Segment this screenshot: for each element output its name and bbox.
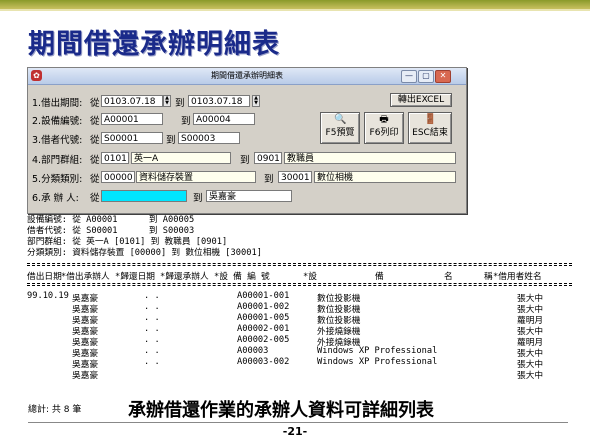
borrow-period-label: 1.借出期間: (32, 98, 83, 109)
row-equipment-no: A00003 (237, 346, 269, 356)
column-header-equipment-name-4: 稱 (484, 272, 493, 282)
borrower-id-to-input[interactable]: S00003 (178, 132, 240, 144)
exit-door-icon: 🚪 (424, 114, 437, 125)
header-divider-top (27, 263, 572, 264)
slide-title: 期間借還承辦明細表 (28, 29, 280, 60)
print-button[interactable]: 🖶 F6列印 (364, 112, 404, 144)
equipment-no-to-input[interactable]: A00004 (193, 113, 255, 125)
preview-button-label: F5預覽 (325, 128, 355, 138)
row-equipment-no: A00003-002 (237, 357, 290, 367)
equipment-no-to-label: 到 (181, 116, 191, 127)
row-equipment-no: A00001-005 (237, 313, 290, 323)
column-header-equipment-name-1: *設 (303, 272, 317, 282)
borrow-period-from-input[interactable]: 0103.07.18 (101, 95, 163, 107)
column-header-borrow-handler: *借出承辦人 (61, 272, 110, 282)
row-return-date: . . (144, 324, 160, 334)
borrow-period-from-label: 從 (90, 98, 100, 109)
row-return-date: . . (144, 346, 160, 356)
export-excel-button[interactable]: 轉出EXCEL (390, 93, 452, 107)
borrow-period-to-input[interactable]: 0103.07.18 (188, 95, 250, 107)
department-group-to-name: 教職員 (284, 152, 456, 164)
category-from-label: 從 (90, 174, 100, 185)
column-header-equipment-name-3: 名 (444, 272, 453, 282)
borrower-id-from-label: 從 (90, 135, 100, 146)
borrow-period-to-label: 到 (175, 98, 185, 109)
borrower-id-label: 3.借者代號: (32, 135, 83, 146)
minimize-button[interactable]: — (401, 70, 417, 83)
header-divider-bottom (27, 283, 572, 284)
row-borrower: 張大中 (517, 371, 544, 381)
close-button[interactable]: ✕ (435, 70, 451, 83)
handler-to-label: 到 (193, 193, 203, 204)
row-equipment-no: A00001-002 (237, 302, 290, 312)
column-header-return-date: *歸還日期 (115, 272, 155, 282)
department-group-from-label: 從 (90, 155, 100, 166)
preview-icon: 🔍 (334, 114, 347, 125)
exit-button[interactable]: 🚪 ESC結束 (408, 112, 452, 144)
category-to-name: 數位相機 (314, 171, 456, 183)
handler-from-input[interactable] (101, 190, 187, 202)
equipment-no-from-label: 從 (90, 116, 100, 127)
category-to-input[interactable]: 30001 (278, 171, 312, 183)
borrower-id-to-label: 到 (166, 135, 176, 146)
borrow-period-from-spinner[interactable]: ▲ ▼ (163, 95, 171, 107)
department-group-from-input[interactable]: 0101 (101, 152, 129, 164)
column-header-borrower-name: *借用者姓名 (493, 272, 542, 282)
slide-bottom-rule (28, 422, 568, 423)
department-group-label: 4.部門群組: (32, 155, 83, 166)
handler-to-input[interactable]: 吳嘉豪 (206, 190, 292, 202)
row-equipment-name: Windows XP Professional (317, 346, 438, 356)
report-filter-line: 分類類別: 資料儲存裝置 [00000] 到 數位相機 [30001] (27, 248, 262, 258)
page-number: -21- (282, 425, 308, 438)
column-header-borrow-date: 借出日期 (27, 272, 62, 282)
handler-label: 6.承 辦 人: (32, 193, 79, 204)
row-equipment-no: A00002-001 (237, 324, 290, 334)
row-return-date: . . (144, 335, 160, 345)
category-from-name: 資料儲存裝置 (136, 171, 256, 183)
column-header-equipment-name-2: 備 (375, 272, 384, 282)
category-to-label: 到 (264, 174, 274, 185)
column-header-equipment-no: *設 備 編 號 (214, 272, 270, 282)
row-equipment-no: A00001-001 (237, 291, 290, 301)
slide-caption: 承辦借還作業的承辦人資料可詳細列表 (128, 400, 434, 421)
equipment-no-from-input[interactable]: A00001 (101, 113, 163, 125)
department-group-to-input[interactable]: 0901 (254, 152, 282, 164)
row-return-date: . . (144, 302, 160, 312)
equipment-no-label: 2.設備編號: (32, 116, 83, 127)
maximize-button[interactable]: ▢ (418, 70, 434, 83)
report-dialog-window: ✿ 期間借還承辦明細表 — ▢ ✕ 1.借出期間: 從 0103.07.18 ▲… (27, 67, 467, 214)
department-group-from-name: 英一A (131, 152, 231, 164)
print-button-label: F6列印 (369, 128, 399, 138)
borrower-id-from-input[interactable]: S00001 (101, 132, 163, 144)
row-return-date: . . (144, 291, 160, 301)
column-header-return-handler: *歸還承辦人 (160, 272, 209, 282)
row-return-date: . . (144, 357, 160, 367)
slide-top-bar-accent (0, 9, 590, 11)
category-from-input[interactable]: 00000 (101, 171, 135, 183)
borrow-period-to-spinner[interactable]: ▲ ▼ (252, 95, 260, 107)
report-total: 總計: 共 8 筆 (28, 405, 82, 415)
preview-button[interactable]: 🔍 F5預覽 (320, 112, 360, 144)
exit-button-label: ESC結束 (412, 128, 448, 138)
header-divider-bottom (27, 285, 572, 286)
department-group-to-label: 到 (240, 155, 250, 166)
handler-from-label: 從 (90, 193, 100, 204)
row-equipment-no: A00002-005 (237, 335, 290, 345)
printer-icon: 🖶 (379, 114, 389, 125)
row-equipment-name: Windows XP Professional (317, 357, 438, 367)
category-label: 5.分類類別: (32, 174, 83, 185)
window-titlebar[interactable]: ✿ 期間借還承辦明細表 — ▢ ✕ (28, 68, 466, 85)
header-divider-top (27, 265, 572, 266)
row-handler: 吳嘉豪 (72, 371, 99, 381)
slide-top-bar (0, 0, 590, 9)
row-borrow-date: 99.10.19 (27, 291, 69, 301)
row-return-date: . . (144, 313, 160, 323)
